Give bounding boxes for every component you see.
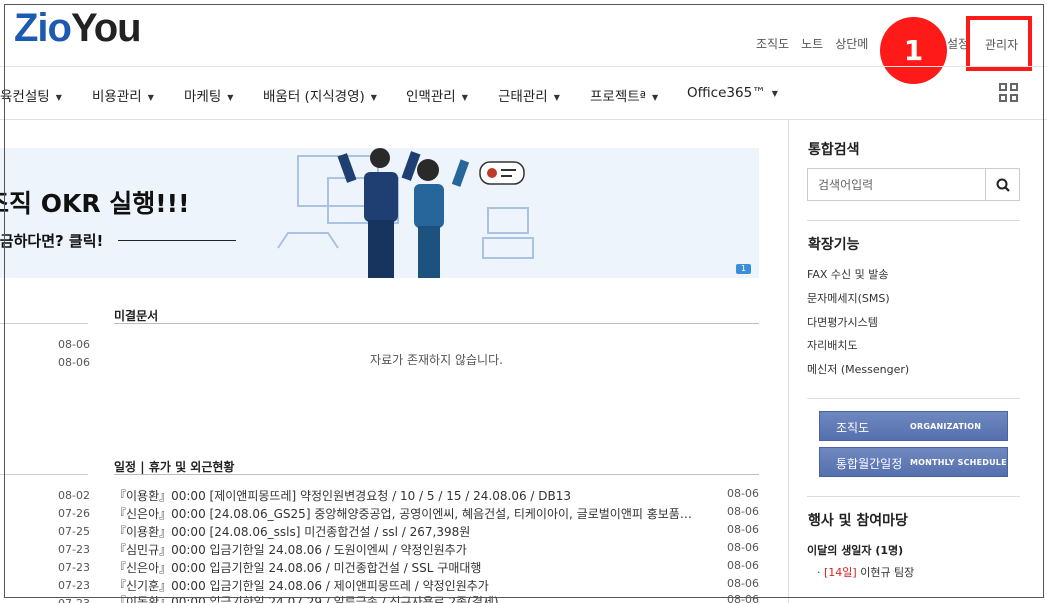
left-date: 07-23 [58, 579, 90, 592]
top-link-note[interactable]: 노트 [801, 35, 823, 52]
ext-item-sms[interactable]: 문자메세지(SMS) [807, 290, 890, 306]
nav-item-contacts[interactable]: 인맥관리 ▼ [406, 85, 468, 105]
left-date: 08-06 [58, 338, 90, 351]
schedule-row[interactable]: 『이용환』00:00 [24.08.06_ssls] 미건종합건설 / ssl … [114, 523, 759, 541]
logo[interactable]: ZioYou [14, 6, 142, 50]
sidebar-divider [807, 496, 1020, 497]
nav-item-marketing[interactable]: 마케팅 ▼ [184, 85, 233, 105]
monthly-schedule-button[interactable]: 통합월간일정 MONTHLY SCHEDULE [819, 447, 1008, 477]
left-date: 07-26 [58, 507, 90, 520]
top-link-top-menu[interactable]: 상단메뉴 [835, 35, 869, 52]
caret-down-icon: ▼ [147, 92, 154, 102]
schedule-rule [114, 474, 759, 475]
search-button[interactable] [985, 169, 1019, 200]
left-date: 07-23 [58, 561, 90, 574]
search-title: 통합검색 [808, 142, 860, 158]
nav-item-office365[interactable]: Office365™ ▼ [687, 85, 778, 101]
nav-item-consulting[interactable]: 육컨설팅 ▼ [0, 85, 62, 105]
pending-empty-message: 자료가 존재하지 않습니다. [370, 353, 503, 367]
events-title: 행사 및 참여마당 [808, 513, 908, 529]
banner-divider [118, 240, 236, 241]
schedule-row[interactable]: 『심민규』00:00 입금기한일 24.08.06 / 도원이엔씨 / 약정인원… [114, 541, 759, 559]
extensions-title: 확장기능 [808, 237, 860, 253]
logo-zio: Zio [14, 6, 72, 50]
nav-item-project[interactable]: 프로젝트ª ▼ [590, 85, 658, 105]
left-section-rule [0, 323, 88, 324]
caret-down-icon: ▼ [370, 92, 377, 102]
caret-down-icon: ▼ [771, 88, 778, 98]
top-link-orgchart[interactable]: 조직도 [756, 35, 789, 52]
search-icon [996, 178, 1010, 192]
birthday-item[interactable]: · [14일] 이현규 팀장 [817, 564, 914, 580]
grid-menu-icon[interactable] [999, 83, 1019, 103]
left-date: 08-02 [58, 489, 90, 502]
caret-down-icon: ▼ [55, 92, 62, 102]
banner-page-badge[interactable]: 1 [736, 264, 751, 274]
top-links: 조직도 노트 상단메뉴 [756, 35, 869, 52]
schedule-title[interactable]: 일정 | 휴가 및 외근현황 [114, 458, 234, 475]
okr-banner[interactable]: 조직 OKR 실행!!! 궁금하다면? 클릭! 1 [0, 148, 759, 278]
ext-item-seating[interactable]: 자리배치도 [807, 337, 858, 353]
ext-item-fax[interactable]: FAX 수신 및 발송 [807, 266, 888, 282]
banner-title: 조직 OKR 실행!!! [0, 189, 190, 218]
schedule-row[interactable]: 『신은아』00:00 [24.08.06_GS25] 중앙해양중공업, 공영이엔… [114, 505, 759, 523]
left-date: 07-25 [58, 525, 90, 538]
ext-item-evaluation[interactable]: 다면평가시스템 [807, 314, 878, 330]
pending-docs-title[interactable]: 미결문서 [114, 307, 158, 324]
schedule-row[interactable]: 『이용환』00:00 [제이앤피몽뜨레] 약정인원변경요청 / 10 / 5 /… [114, 487, 759, 505]
caret-down-icon: ▼ [652, 92, 659, 102]
schedule-row[interactable]: 『이동환』00:00 입금기한일 24.07.29 / 일류금속 / 신규사용료… [114, 593, 759, 603]
schedule-row[interactable]: 『신은아』00:00 입금기한일 24.08.06 / 미건종합건설 / SSL… [114, 559, 759, 577]
logo-you: You [70, 6, 142, 50]
sidebar-divider [807, 398, 1020, 399]
orgchart-button[interactable]: 조직도 ORGANIZATION [819, 411, 1008, 441]
highlight-box [966, 16, 1032, 71]
caret-down-icon: ▼ [553, 92, 560, 102]
ext-item-messenger[interactable]: 메신저 (Messenger) [807, 361, 909, 377]
nav-item-learning[interactable]: 배움터 (지식경영) ▼ [263, 85, 377, 105]
pending-docs-rule [114, 323, 759, 324]
left-date: 07-23 [58, 597, 90, 603]
sidebar-divider [807, 220, 1020, 221]
main-nav: 육컨설팅 ▼ 비용관리 ▼ 마케팅 ▼ 배움터 (지식경영) ▼ 인맥관리 ▼ 근태관리 ▼… [0, 66, 1047, 120]
caret-down-icon: ▼ [227, 92, 234, 102]
left-section-rule [0, 474, 88, 475]
left-date: 08-06 [58, 356, 90, 369]
search-input[interactable] [808, 169, 986, 200]
nav-item-expense[interactable]: 비용관리 ▼ [92, 85, 154, 105]
search-box [807, 168, 1020, 201]
banner-illustration-icon [277, 148, 534, 278]
nav-item-attendance[interactable]: 근태관리 ▼ [498, 85, 560, 105]
right-sidebar: 통합검색 확장기능 FAX 수신 및 발송 문자메세지(SMS) 다면평가시스템… [788, 120, 1047, 603]
app-frame: ZioYou 조직도 노트 상단메뉴 설정 관리자 1 육컨설팅▼ 비용관리▼ … [0, 0, 1047, 603]
birthday-title: 이달의 생일자 (1명) [807, 544, 904, 557]
banner-subtitle: 궁금하다면? 클릭! [0, 232, 104, 250]
left-date: 07-23 [58, 543, 90, 556]
caret-down-icon: ▼ [461, 92, 468, 102]
